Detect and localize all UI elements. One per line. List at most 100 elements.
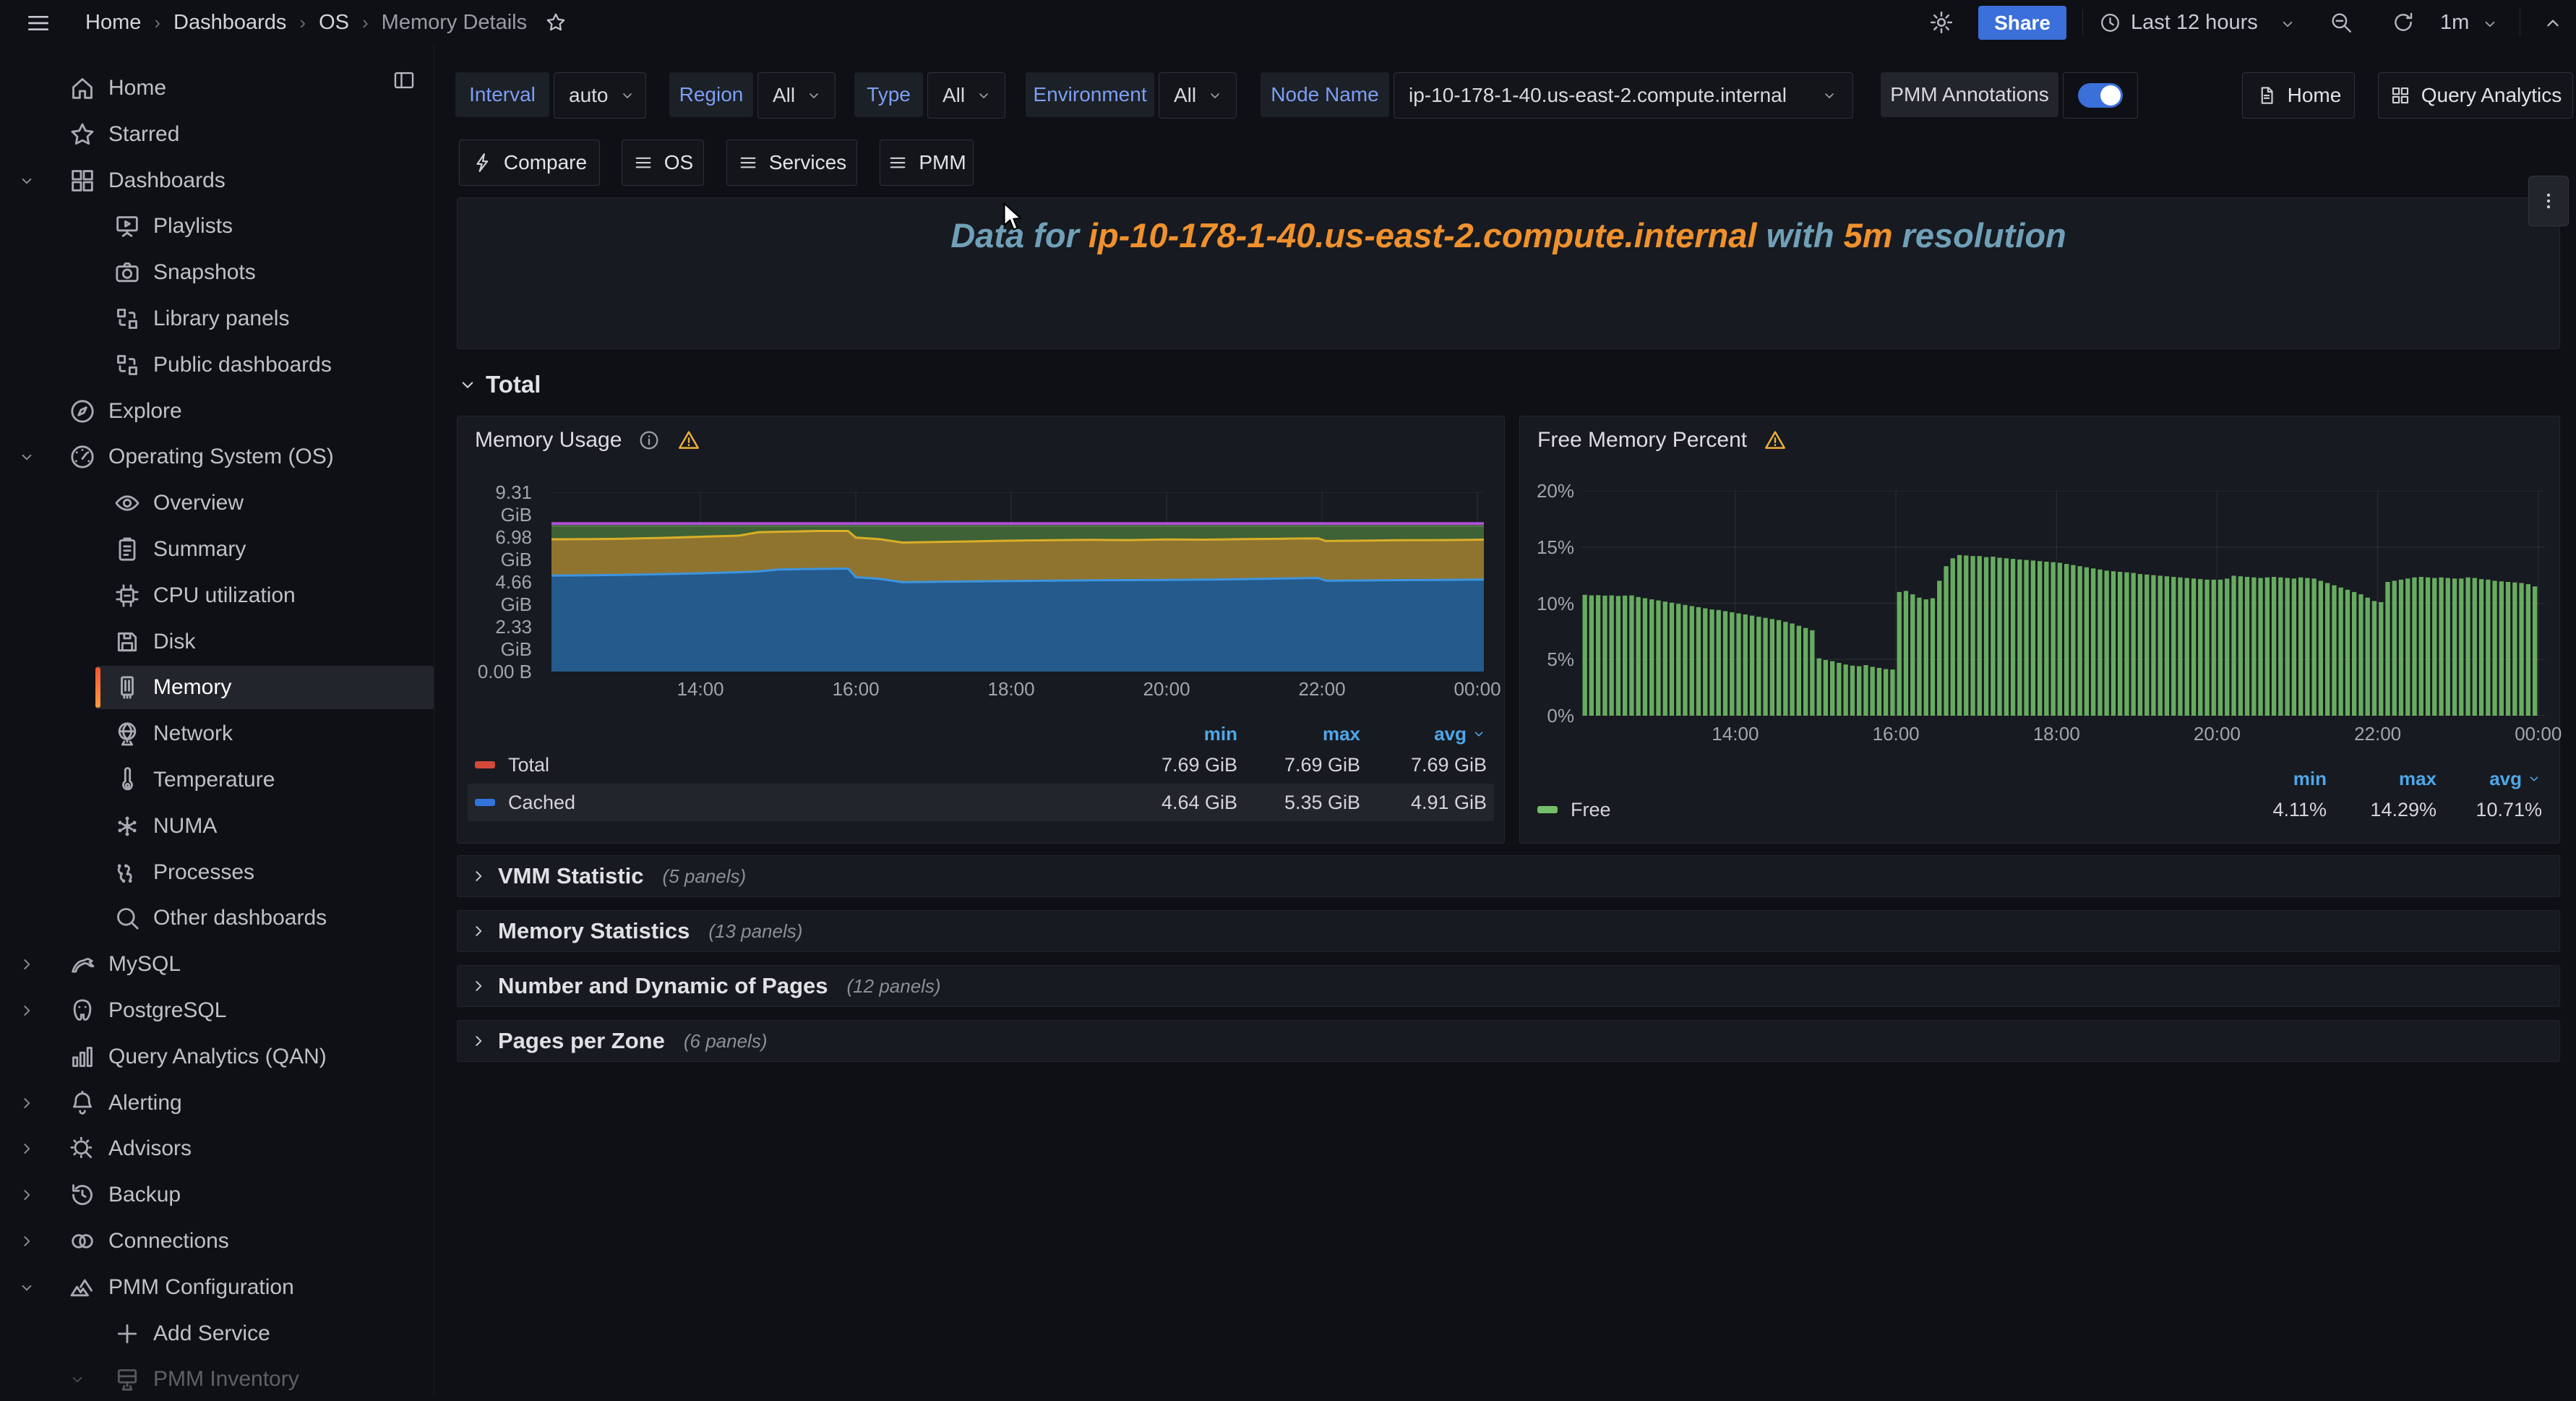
pmm-annotations-toggle[interactable] — [2063, 72, 2138, 119]
share-button[interactable]: Share — [1978, 6, 2066, 40]
legend-sort-max[interactable]: max — [2327, 768, 2437, 790]
y-axis-tick: 10% — [1527, 593, 1574, 615]
breadcrumb-item[interactable]: Home — [85, 11, 141, 35]
refresh-interval-select[interactable]: 1m — [2440, 0, 2469, 45]
sidebar-item-connections[interactable]: Connections — [0, 1220, 434, 1263]
time-range-picker[interactable]: Last 12 hours — [2131, 0, 2258, 45]
chevron-right-icon[interactable] — [17, 1232, 36, 1251]
variable-value-environment[interactable]: All — [1159, 72, 1237, 119]
sidebar-item-starred[interactable]: Starred — [0, 113, 434, 156]
y-axis-tick: 5% — [1527, 648, 1574, 671]
pmm-link-button[interactable]: PMM — [880, 140, 974, 186]
star-icon[interactable] — [544, 11, 567, 34]
legend-sort-min[interactable]: min — [1100, 723, 1237, 745]
legend-sort-avg[interactable]: avg — [2437, 768, 2542, 790]
chevron-down-icon[interactable] — [17, 171, 36, 190]
sidebar-item-mysql[interactable]: MySQL — [0, 943, 434, 986]
sidebar-item-pmm-inventory[interactable]: PMM Inventory — [0, 1358, 434, 1401]
sidebar-item-pmm-configuration[interactable]: PMM Configuration — [0, 1266, 434, 1309]
sidebar-item-query-analytics-qan-[interactable]: Query Analytics (QAN) — [0, 1035, 434, 1079]
compare-link-button[interactable]: Compare — [459, 140, 600, 186]
sidebar-item-snapshots[interactable]: Snapshots — [0, 251, 434, 294]
sidebar-item-playlists[interactable]: Playlists — [0, 205, 434, 248]
memory-usage-plot[interactable] — [551, 492, 1484, 672]
query-analytics-button[interactable]: Query Analytics — [2378, 72, 2573, 119]
section-header-pages-per-zone[interactable]: Pages per Zone(6 panels) — [457, 1020, 2560, 1062]
chevron-down-icon[interactable] — [17, 1278, 36, 1297]
sidebar-item-other-dashboards[interactable]: Other dashboards — [0, 896, 434, 940]
variable-value-interval[interactable]: auto — [554, 72, 646, 119]
section-header-total[interactable]: Total — [457, 367, 541, 402]
variable-value-region[interactable]: All — [757, 72, 836, 119]
chevron-right-icon[interactable] — [17, 1094, 36, 1113]
sidebar-item-network[interactable]: Network — [0, 712, 434, 755]
services-link-button[interactable]: Services — [726, 140, 857, 186]
sidebar-item-add-service[interactable]: Add Service — [0, 1312, 434, 1355]
sidebar-item-summary[interactable]: Summary — [0, 528, 434, 571]
chevron-right-icon[interactable] — [17, 1139, 36, 1158]
section-label: Pages per Zone — [498, 1028, 665, 1054]
legend-swatch — [475, 799, 495, 806]
section-header-number-and-dynamic-of-pages[interactable]: Number and Dynamic of Pages(12 panels) — [457, 965, 2560, 1007]
sidebar-item-explore[interactable]: Explore — [0, 390, 434, 433]
os-link-button[interactable]: OS — [622, 140, 704, 186]
sidebar-item-home[interactable]: Home — [0, 67, 434, 110]
legend-sort-min[interactable]: min — [2212, 768, 2327, 790]
panel-title-row[interactable]: Memory Usage — [475, 428, 701, 453]
sidebar-item-processes[interactable]: Processes — [0, 851, 434, 894]
refresh-icon[interactable] — [2391, 10, 2416, 35]
info-icon[interactable] — [637, 429, 661, 452]
y-axis-tick: 0.00 B — [465, 661, 532, 683]
breadcrumb-item[interactable]: Dashboards — [173, 11, 286, 35]
sidebar-item-memory[interactable]: Memory — [0, 666, 434, 709]
variable-value-type[interactable]: All — [927, 72, 1005, 119]
sidebar-item-disk[interactable]: Disk — [0, 620, 434, 664]
zoom-out-icon[interactable] — [2329, 10, 2353, 35]
breadcrumb-separator: › — [299, 12, 306, 34]
section-header-vmm-statistic[interactable]: VMM Statistic(5 panels) — [457, 855, 2560, 897]
sidebar-item-temperature[interactable]: Temperature — [0, 758, 434, 802]
x-axis-tick: 16:00 — [823, 678, 888, 700]
breadcrumb-item[interactable]: Memory Details — [382, 11, 527, 35]
x-axis-tick: 18:00 — [979, 678, 1044, 700]
gear-icon[interactable] — [1928, 9, 1954, 35]
collapse-toolbar-icon[interactable] — [2541, 12, 2564, 35]
chevron-down-icon[interactable] — [17, 447, 36, 466]
chevron-right-icon[interactable] — [17, 1001, 36, 1020]
sidebar-item-dashboards[interactable]: Dashboards — [0, 159, 434, 202]
legend-row-total[interactable]: Total7.69 GiB7.69 GiB7.69 GiB — [468, 746, 1494, 784]
free-memory-plot[interactable] — [1581, 491, 2545, 716]
sidebar-item-operating-system-os-[interactable]: Operating System (OS) — [0, 435, 434, 479]
sidebar-item-postgresql[interactable]: PostgreSQL — [0, 989, 434, 1032]
panel-title-row[interactable]: Free Memory Percent — [1537, 428, 1787, 453]
sidebar-item-alerting[interactable]: Alerting — [0, 1081, 434, 1125]
panel-menu-button[interactable] — [2528, 176, 2569, 226]
home-button[interactable]: Home — [2242, 72, 2355, 119]
sidebar-item-backup[interactable]: Backup — [0, 1173, 434, 1217]
sidebar-item-public-dashboards[interactable]: Public dashboards — [0, 343, 434, 387]
legend-sort-max[interactable]: max — [1237, 723, 1360, 745]
legend-sort-avg[interactable]: avg — [1360, 723, 1487, 745]
sidebar-item-numa[interactable]: NUMA — [0, 805, 434, 848]
section-header-memory-statistics[interactable]: Memory Statistics(13 panels) — [457, 910, 2560, 952]
variable-value-node-name[interactable]: ip-10-178-1-40.us-east-2.compute.interna… — [1394, 72, 1853, 119]
network-icon — [113, 719, 142, 748]
legend-value-max: 14.29% — [2327, 799, 2437, 821]
chevron-right-icon[interactable] — [17, 955, 36, 974]
y-axis-tick: 4.66 GiB — [465, 571, 532, 616]
sidebar-item-library-panels[interactable]: Library panels — [0, 297, 434, 340]
warning-icon[interactable] — [677, 428, 701, 453]
chevron-right-icon[interactable] — [17, 1186, 36, 1204]
sidebar-item-cpu-utilization[interactable]: CPU utilization — [0, 574, 434, 617]
breadcrumb-item[interactable]: OS — [319, 11, 349, 35]
legend-row-cached[interactable]: Cached4.64 GiB5.35 GiB4.91 GiB — [468, 784, 1494, 821]
sidebar-item-advisors[interactable]: Advisors — [0, 1127, 434, 1170]
legend-row-free[interactable]: Free4.11%14.29%10.71% — [1530, 791, 2549, 828]
warning-icon[interactable] — [1763, 428, 1787, 453]
y-axis-tick: 20% — [1527, 480, 1574, 502]
sidebar-item-label: Library panels — [153, 297, 289, 340]
sidebar-item-overview[interactable]: Overview — [0, 481, 434, 525]
memory-icon — [113, 673, 142, 702]
menu-icon[interactable] — [25, 9, 52, 37]
chevron-down-icon[interactable] — [68, 1370, 87, 1389]
